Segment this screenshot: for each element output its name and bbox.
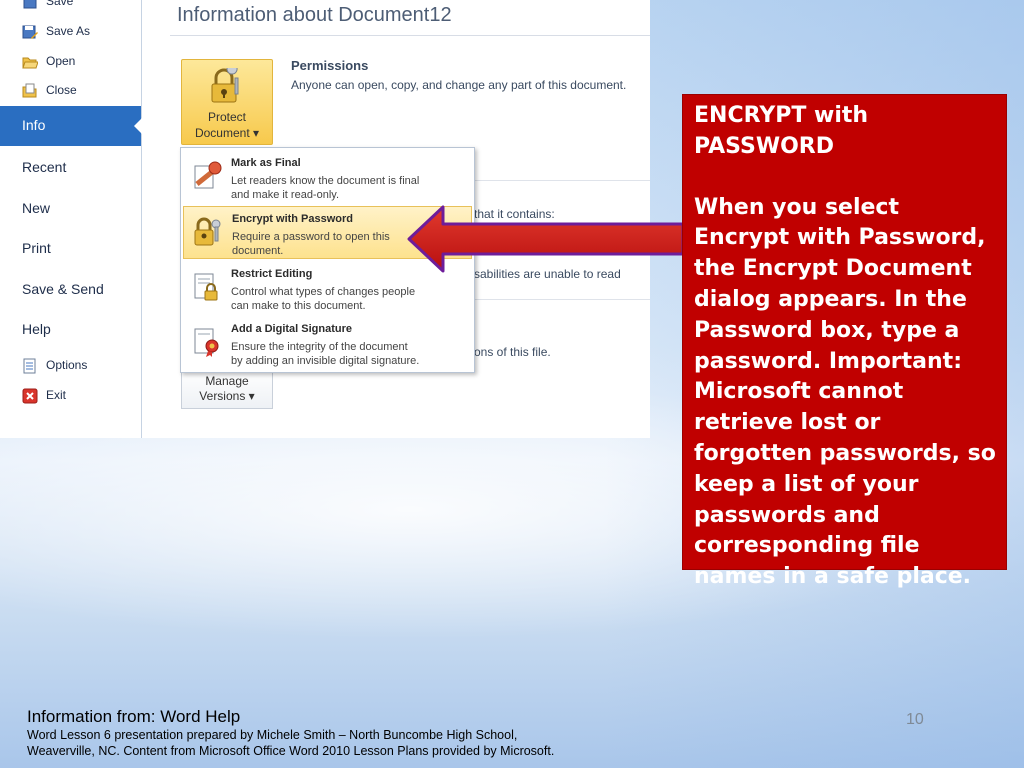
menu-item-title: Encrypt with Password <box>232 213 354 225</box>
divider <box>170 35 650 36</box>
sidebar-item-save-as[interactable]: Save As <box>0 24 141 40</box>
save-as-icon <box>22 24 38 40</box>
manage-versions-button[interactable]: Manage Versions ▾ <box>181 370 273 409</box>
sidebar-item-label: Exit <box>46 388 67 402</box>
sidebar-item-new[interactable]: New <box>22 200 50 216</box>
restrict-editing-icon <box>191 271 223 303</box>
protect-label-line1: Protect <box>207 110 246 124</box>
sidebar-item-help[interactable]: Help <box>22 321 51 337</box>
mark-final-icon <box>191 160 223 192</box>
options-icon <box>22 358 38 374</box>
callout-body: When you select Encrypt with Password, t… <box>694 194 996 590</box>
exit-icon <box>22 388 38 404</box>
word-backstage-screenshot: Save Save As Open Close Info Recent New … <box>0 0 685 438</box>
manage-label-line1: Manage <box>205 374 249 388</box>
menu-item-title: Restrict Editing <box>231 268 313 280</box>
permissions-text: Anyone can open, copy, and change any pa… <box>291 78 627 92</box>
sidebar-item-save-send[interactable]: Save & Send <box>22 281 104 297</box>
backstage-sidebar: Save Save As Open Close Info Recent New … <box>0 0 142 438</box>
open-folder-icon <box>22 54 38 70</box>
digital-signature-icon <box>191 326 223 358</box>
sidebar-item-label: Save As <box>46 24 91 38</box>
menu-item-mark-as-final[interactable]: Mark as Final Let readers know the docum… <box>183 151 472 204</box>
callout-heading: ENCRYPT with PASSWORD <box>694 103 869 159</box>
page-number: 10 <box>906 711 924 728</box>
active-pointer-icon <box>134 118 142 134</box>
sidebar-item-open[interactable]: Open <box>0 54 141 70</box>
menu-item-desc: Let readers know the document is final a… <box>231 175 420 201</box>
sidebar-item-label: Close <box>46 83 77 97</box>
sidebar-item-save[interactable]: Save <box>0 0 141 10</box>
sidebar-item-label: Info <box>22 117 46 133</box>
sidebar-item-info[interactable]: Info <box>0 106 142 146</box>
sidebar-item-exit[interactable]: Exit <box>0 388 141 404</box>
versions-text: ons of this file. <box>474 345 551 359</box>
sidebar-item-close[interactable]: Close <box>0 83 141 99</box>
menu-item-title: Add a Digital Signature <box>231 323 353 335</box>
close-document-icon <box>22 83 38 99</box>
encrypt-lock-icon <box>192 216 224 248</box>
footer-source: Information from: Word Help <box>27 707 241 726</box>
footer-credit: Word Lesson 6 presentation prepared by M… <box>27 728 555 758</box>
protect-label-line2: Document ▾ <box>194 126 260 140</box>
sidebar-item-recent[interactable]: Recent <box>22 159 66 175</box>
menu-item-desc: Ensure the integrity of the document by … <box>231 341 420 367</box>
sidebar-item-print[interactable]: Print <box>22 240 51 256</box>
sidebar-item-options[interactable]: Options <box>0 358 141 374</box>
lock-key-icon <box>210 63 244 109</box>
sidebar-item-label: Save <box>46 0 74 8</box>
callout-box: ENCRYPT with PASSWORD When you select En… <box>682 94 1007 589</box>
save-icon <box>22 0 38 10</box>
page-title: Information about Document12 <box>177 4 452 26</box>
sidebar-item-label: Open <box>46 54 76 68</box>
manage-label-line2: Versions ▾ <box>199 389 255 403</box>
menu-item-desc: Control what types of changes people can… <box>231 286 416 312</box>
menu-item-title: Mark as Final <box>231 157 301 169</box>
red-arrow-icon <box>407 205 685 273</box>
protect-document-button[interactable]: Protect Document ▾ <box>181 59 273 145</box>
sidebar-item-label: Options <box>46 358 88 372</box>
menu-item-add-digital-signature[interactable]: Add a Digital Signature Ensure the integ… <box>183 317 472 370</box>
permissions-heading: Permissions <box>291 58 369 73</box>
